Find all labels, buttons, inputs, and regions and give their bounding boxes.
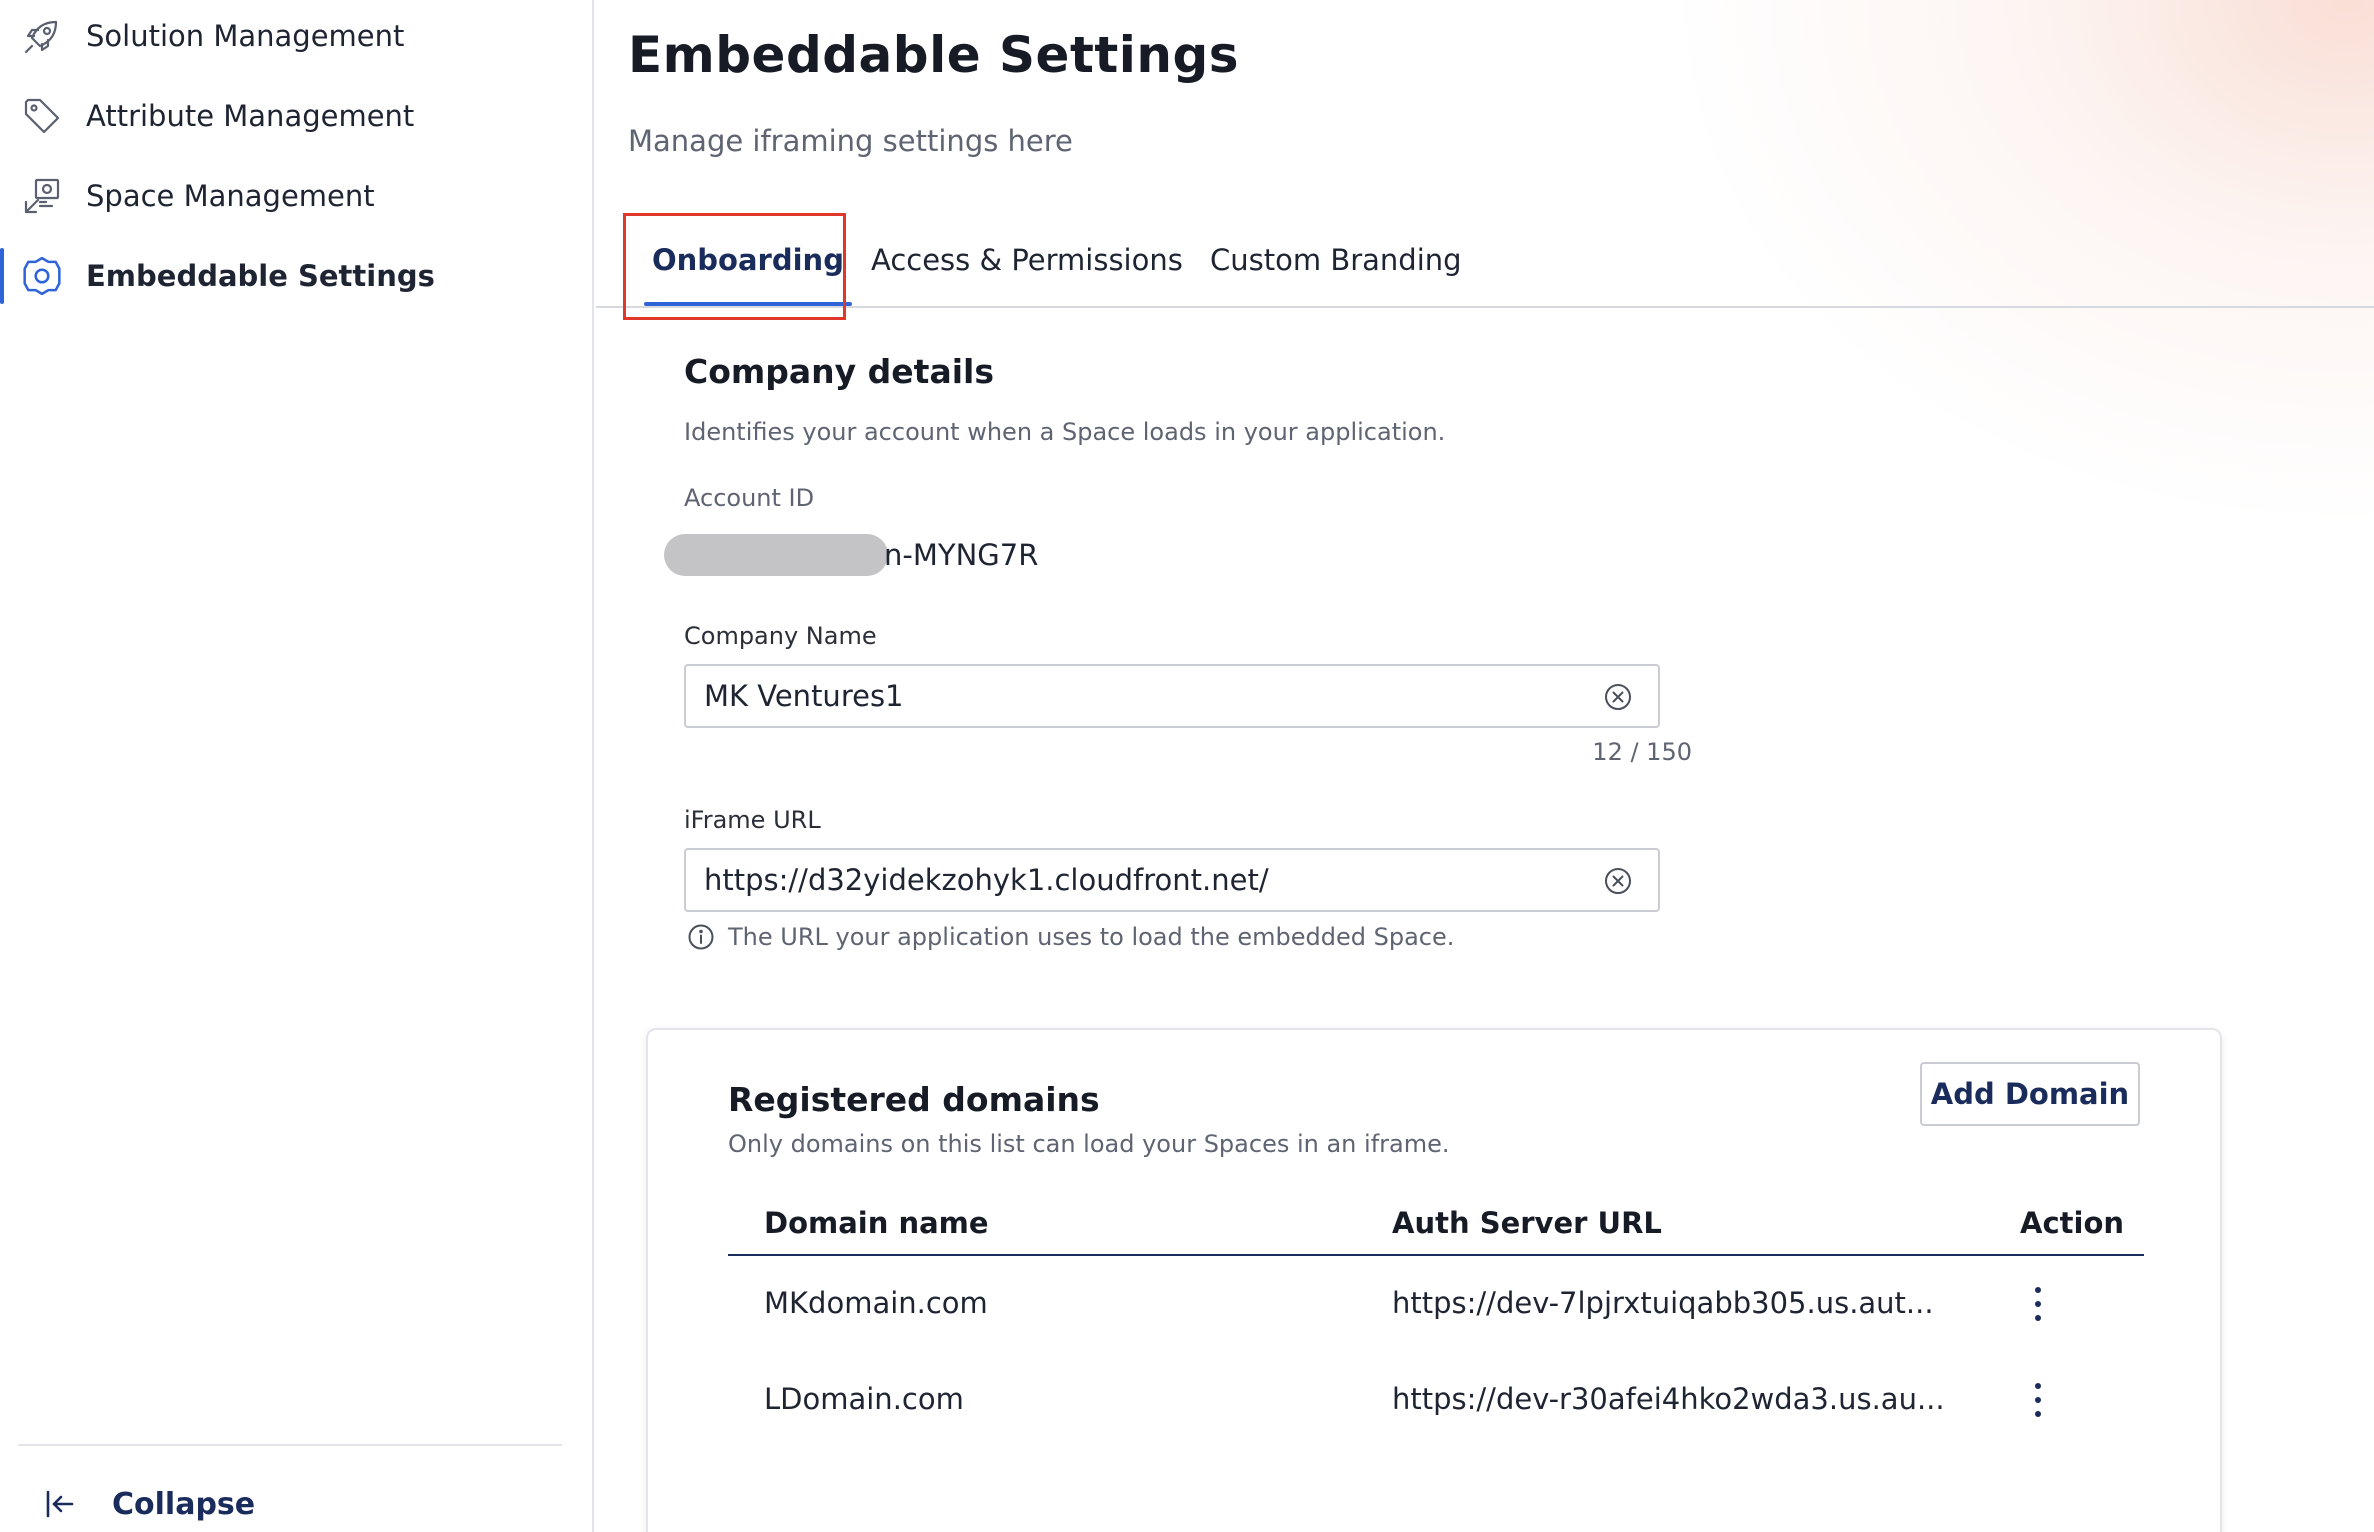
helper-text: The URL your application uses to load th… [728, 923, 1455, 951]
account-id: n-MYNG7R [664, 532, 1038, 578]
company-name-value: MK Ventures1 [704, 679, 904, 713]
tab-onboarding[interactable]: Onboarding [644, 212, 852, 308]
redacted-text [664, 534, 888, 576]
account-id-label: Account ID [684, 484, 815, 512]
sidebar-item-attribute-management[interactable]: Attribute Management [0, 76, 592, 156]
column-header-action: Action [2020, 1206, 2125, 1240]
tab-access-permissions[interactable]: Access & Permissions [871, 212, 1183, 308]
sidebar-divider [18, 1444, 562, 1446]
iframe-url-input[interactable]: https://d32yidekzohyk1.cloudfront.net/ [684, 848, 1660, 912]
registered-domains-description: Only domains on this list can load your … [728, 1130, 1450, 1158]
character-count: 12 / 150 [1592, 738, 1692, 766]
iframe-url-label: iFrame URL [684, 806, 821, 834]
company-name-input[interactable]: MK Ventures1 [684, 664, 1660, 728]
tab-label: Onboarding [652, 243, 844, 277]
sidebar: Solution Management Attribute Management… [0, 0, 594, 1532]
tab-custom-branding[interactable]: Custom Branding [1210, 212, 1462, 308]
more-actions-icon[interactable] [2024, 1282, 2052, 1326]
tab-bar: Onboarding Access & Permissions Custom B… [596, 212, 2374, 308]
sidebar-item-embeddable-settings[interactable]: Embeddable Settings [0, 236, 592, 316]
registered-domains-title: Registered domains [728, 1080, 1100, 1119]
more-actions-icon[interactable] [2024, 1378, 2052, 1422]
sidebar-item-solution-management[interactable]: Solution Management [0, 0, 592, 76]
gear-icon [20, 254, 64, 298]
iframe-url-helper: The URL your application uses to load th… [686, 920, 1454, 954]
table-row: MKdomain.com https://dev-7lpjrxtuiqabb30… [728, 1256, 2144, 1352]
clear-icon[interactable] [1602, 865, 1634, 897]
registered-domains-card: Registered domains Only domains on this … [646, 1028, 2222, 1532]
add-domain-button[interactable]: Add Domain [1920, 1062, 2140, 1126]
page-title: Embeddable Settings [628, 26, 1240, 84]
clear-icon[interactable] [1602, 681, 1634, 713]
tag-icon [20, 94, 64, 138]
sidebar-item-label: Space Management [86, 179, 375, 213]
collapse-button[interactable]: Collapse [40, 1476, 255, 1532]
sidebar-item-space-management[interactable]: Space Management [0, 156, 592, 236]
sidebar-item-label: Solution Management [86, 19, 405, 53]
domain-name-cell: MKdomain.com [764, 1286, 988, 1320]
rocket-icon [20, 14, 64, 58]
collapse-left-icon [40, 1484, 80, 1524]
auth-url-cell: https://dev-r30afei4hko2wda3.us.au... [1392, 1382, 1945, 1416]
iframe-url-value: https://d32yidekzohyk1.cloudfront.net/ [704, 863, 1269, 897]
sidebar-item-label: Attribute Management [86, 99, 415, 133]
active-tab-indicator [644, 302, 852, 306]
tab-label: Custom Branding [1210, 243, 1462, 277]
domain-name-cell: LDomain.com [764, 1382, 964, 1416]
page-subtitle: Manage iframing settings here [628, 124, 1073, 158]
company-details-description: Identifies your account when a Space loa… [684, 418, 1446, 446]
column-header-auth-server-url: Auth Server URL [1392, 1206, 1662, 1240]
info-icon [688, 924, 714, 950]
account-id-value: n-MYNG7R [884, 538, 1039, 572]
space-icon [20, 174, 64, 218]
table-header: Domain name Auth Server URL Action [728, 1194, 2144, 1256]
sidebar-item-label: Embeddable Settings [86, 259, 435, 293]
company-name-label: Company Name [684, 622, 877, 650]
domains-table: Domain name Auth Server URL Action MKdom… [728, 1194, 2144, 1448]
auth-url-cell: https://dev-7lpjrxtuiqabb305.us.aut... [1392, 1286, 1934, 1320]
collapse-label: Collapse [112, 1486, 256, 1522]
main-content: Embeddable Settings Manage iframing sett… [596, 0, 2374, 1532]
tab-label: Access & Permissions [871, 243, 1183, 277]
column-header-domain-name: Domain name [764, 1206, 989, 1240]
company-details-title: Company details [684, 352, 994, 391]
table-row: LDomain.com https://dev-r30afei4hko2wda3… [728, 1352, 2144, 1448]
